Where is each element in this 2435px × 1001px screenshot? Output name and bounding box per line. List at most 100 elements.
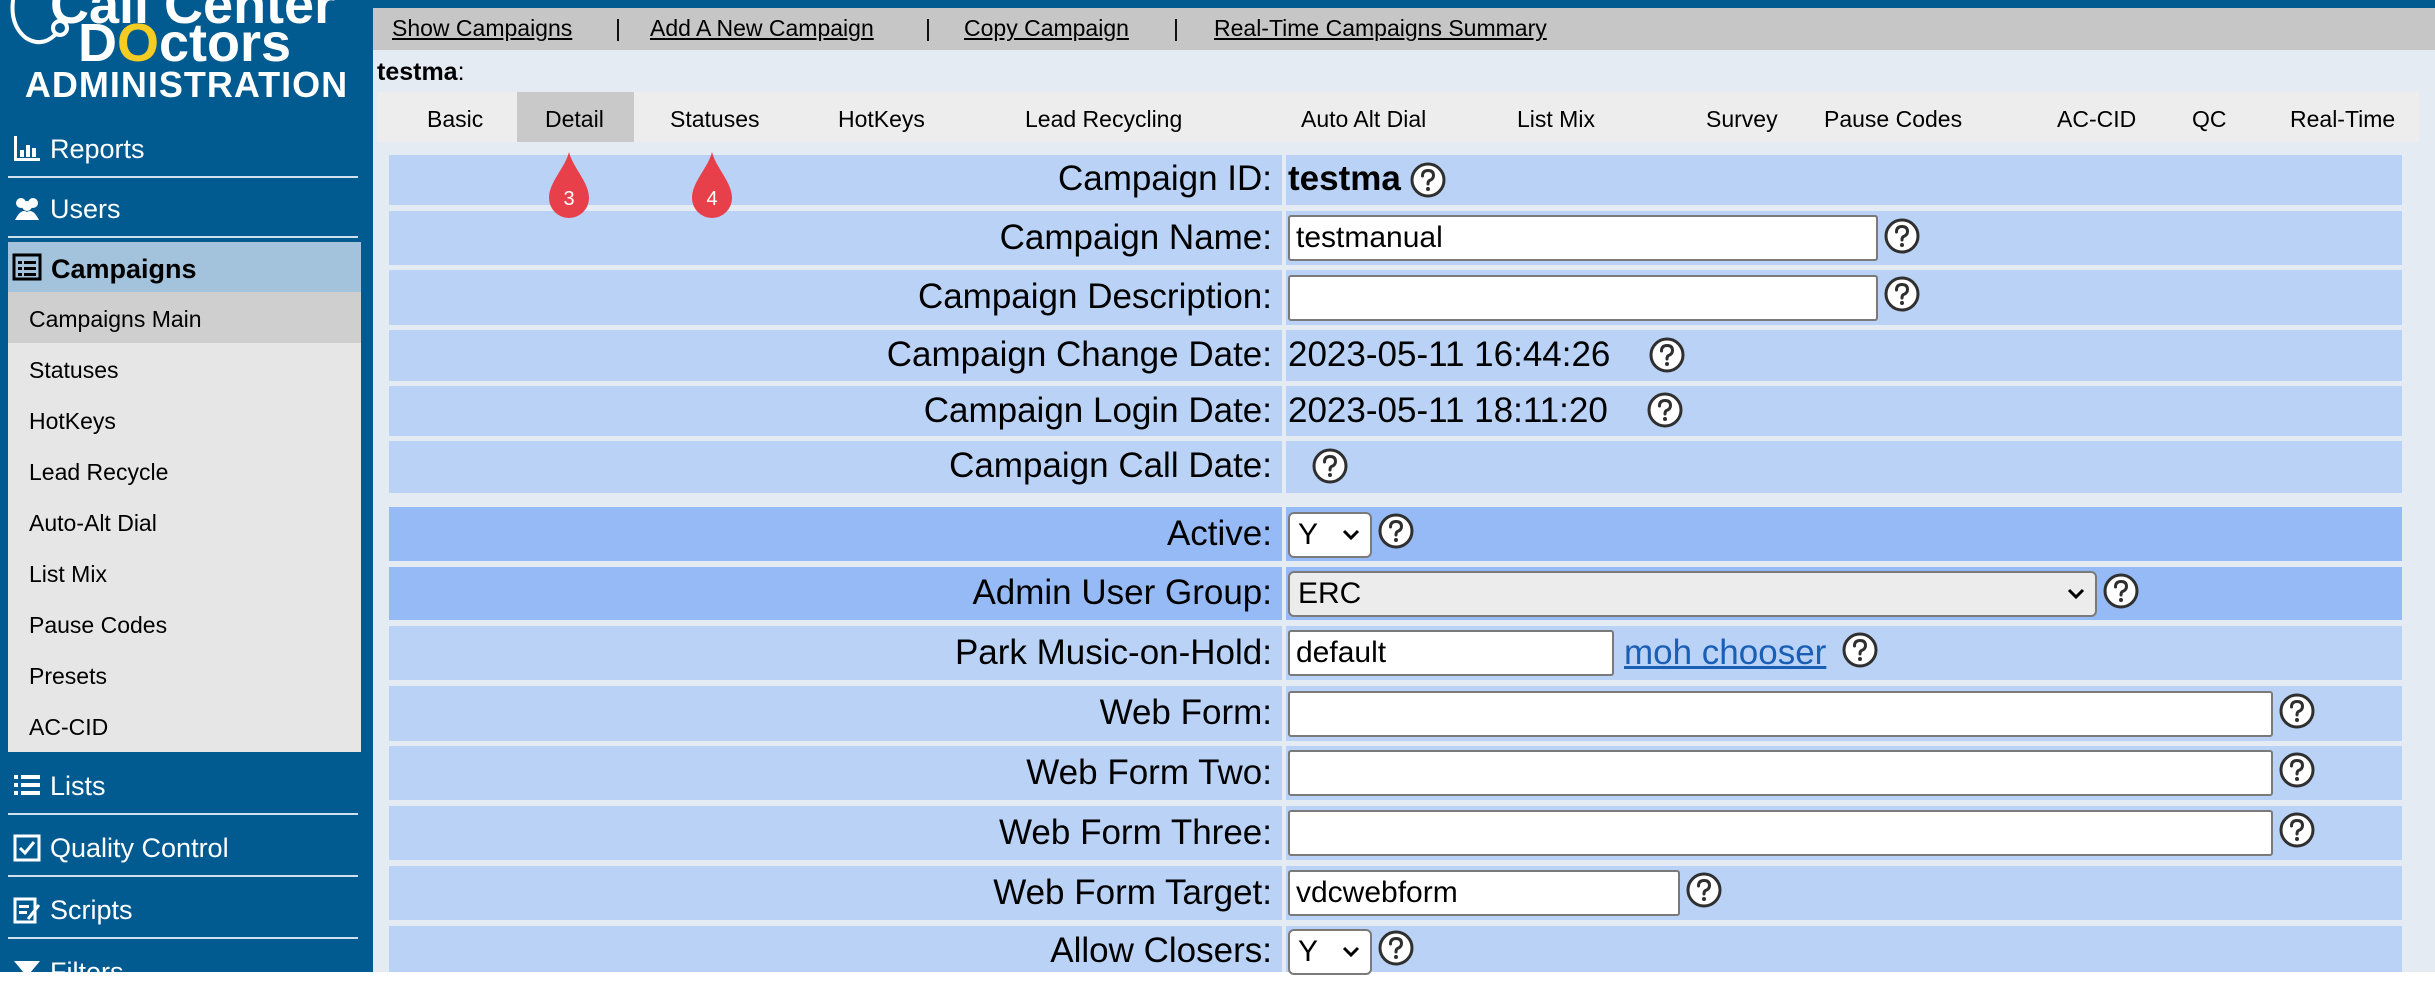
help-icon[interactable] [2278,692,2316,730]
submenu-presets[interactable]: Presets [8,649,361,700]
allow-closers-label: Allow Closers: [1050,931,1272,970]
sidebar-item-reports[interactable]: Reports [8,120,358,178]
row-label-cell [389,507,1282,561]
campaign-description-label: Campaign Description: [917,277,1272,316]
divider [8,176,358,178]
sidebar-item-filters[interactable]: Filters [8,943,358,1001]
help-icon[interactable] [1841,631,1879,669]
help-icon[interactable] [1646,391,1684,429]
login-date-label: Campaign Login Date: [923,391,1272,430]
show-campaigns-link[interactable]: Show Campaigns [392,15,572,42]
submenu-hotkeys[interactable]: HotKeys [8,394,361,445]
help-icon[interactable] [2278,811,2316,849]
tab-detail[interactable]: Detail [517,92,634,142]
help-icon[interactable] [2102,572,2140,610]
admin-user-group-select[interactable]: ERC [1288,571,2097,617]
change-date-label: Campaign Change Date: [886,335,1272,374]
tab-label: Statuses [670,106,760,132]
logo[interactable]: Call Center DOctors ADMINISTRATION [0,0,373,110]
web-form-two-input[interactable] [1288,750,2273,796]
row-web-form-target: Web Form Target: vdcwebform [389,866,2402,920]
page-title: testma: [377,58,465,86]
copy-campaign-link[interactable]: Copy Campaign [964,15,1129,42]
submenu-lead-recycle[interactable]: Lead Recycle [8,445,361,496]
tab-statuses[interactable]: Statuses [670,92,780,142]
help-icon[interactable] [1883,275,1921,313]
submenu-label: AC-CID [29,714,109,740]
help-icon[interactable] [1883,217,1921,255]
step-marker-4: 4 [692,152,732,220]
tab-pause-codes[interactable]: Pause Codes [1824,92,1984,142]
tab-lead-recycling[interactable]: Lead Recycling [1025,92,1205,142]
checkbox-icon [13,834,41,862]
tab-label: HotKeys [838,106,925,132]
allow-closers-select[interactable]: Y [1288,929,1372,975]
tab-label: Pause Codes [1824,106,1963,132]
row-value-cell [1286,441,2402,493]
help-icon[interactable] [1377,929,1415,967]
tab-label: Auto Alt Dial [1301,106,1427,132]
submenu-pause-codes[interactable]: Pause Codes [8,598,361,649]
park-moh-input[interactable]: default [1288,630,1614,676]
submenu-label: HotKeys [29,408,116,434]
submenu-statuses[interactable]: Statuses [8,343,361,394]
sidebar-item-users[interactable]: Users [8,180,358,238]
tab-real-time[interactable]: Real-Time [2290,92,2410,142]
submenu-label: Campaigns Main [29,306,202,332]
select-value: ERC [1298,577,1362,610]
separator: | [1173,15,1179,41]
row-login-date: Campaign Login Date: 2023-05-11 18:11:20 [389,386,2402,436]
sidebar-item-scripts[interactable]: Scripts [8,881,358,939]
web-form-target-label: Web Form Target: [993,873,1272,912]
tab-auto-alt-dial[interactable]: Auto Alt Dial [1301,92,1461,142]
realtime-summary-link[interactable]: Real-Time Campaigns Summary [1214,15,1547,42]
campaign-name-input[interactable]: testmanual [1288,215,1878,261]
tab-bar: Basic Detail Statuses HotKeys Lead Recyc… [377,92,2419,142]
help-icon[interactable] [1377,512,1415,550]
tab-label: Lead Recycling [1025,106,1183,132]
active-select[interactable]: Y [1288,512,1372,558]
call-date-label: Campaign Call Date: [949,446,1272,485]
sidebar-item-label: Users [50,194,121,224]
row-park-moh: Park Music-on-Hold: default moh chooser [389,626,2402,680]
tab-qc[interactable]: QC [2192,92,2252,142]
help-icon[interactable] [2278,751,2316,789]
sidebar-item-label: Lists [50,771,106,801]
tab-basic[interactable]: Basic [427,92,527,142]
submenu-list-mix[interactable]: List Mix [8,547,361,598]
tab-hotkeys[interactable]: HotKeys [838,92,948,142]
help-icon[interactable] [1648,336,1686,374]
tab-survey[interactable]: Survey [1706,92,1806,142]
web-form-three-input[interactable] [1288,810,2273,856]
web-form-input[interactable] [1288,691,2273,737]
submenu-label: List Mix [29,561,107,587]
row-web-form-three: Web Form Three: [389,806,2402,860]
submenu-auto-alt-dial[interactable]: Auto-Alt Dial [8,496,361,547]
help-icon[interactable] [1409,161,1447,199]
tab-list-mix[interactable]: List Mix [1517,92,1617,142]
web-form-target-input[interactable]: vdcwebform [1288,870,1680,916]
help-icon[interactable] [1685,871,1723,909]
submenu-ac-cid[interactable]: AC-CID [8,700,361,751]
tab-ac-cid[interactable]: AC-CID [2057,92,2157,142]
row-campaign-id: Campaign ID: testma [389,155,2402,205]
sidebar-item-quality-control[interactable]: Quality Control [8,819,358,877]
campaign-description-input[interactable] [1288,275,1878,321]
chevron-down-icon [2067,588,2085,600]
submenu-campaigns-main[interactable]: Campaigns Main [8,292,361,343]
web-form-three-label: Web Form Three: [999,813,1272,852]
tab-label: AC-CID [2057,106,2137,132]
chevron-down-icon [1342,946,1360,958]
sidebar-item-campaigns[interactable]: Campaigns [8,242,361,292]
sidebar-item-label: Reports [50,134,145,164]
sidebar-item-label: Scripts [50,895,133,925]
park-moh-label: Park Music-on-Hold: [954,633,1272,672]
list-icon [14,775,40,795]
add-campaign-link[interactable]: Add A New Campaign [650,15,874,42]
moh-chooser-link[interactable]: moh chooser [1624,633,1826,673]
row-web-form-two: Web Form Two: [389,746,2402,800]
row-active: Active: Y [389,507,2402,561]
help-icon[interactable] [1311,447,1349,485]
login-date-value: 2023-05-11 18:11:20 [1288,391,1608,430]
sidebar-item-lists[interactable]: Lists [8,757,358,815]
